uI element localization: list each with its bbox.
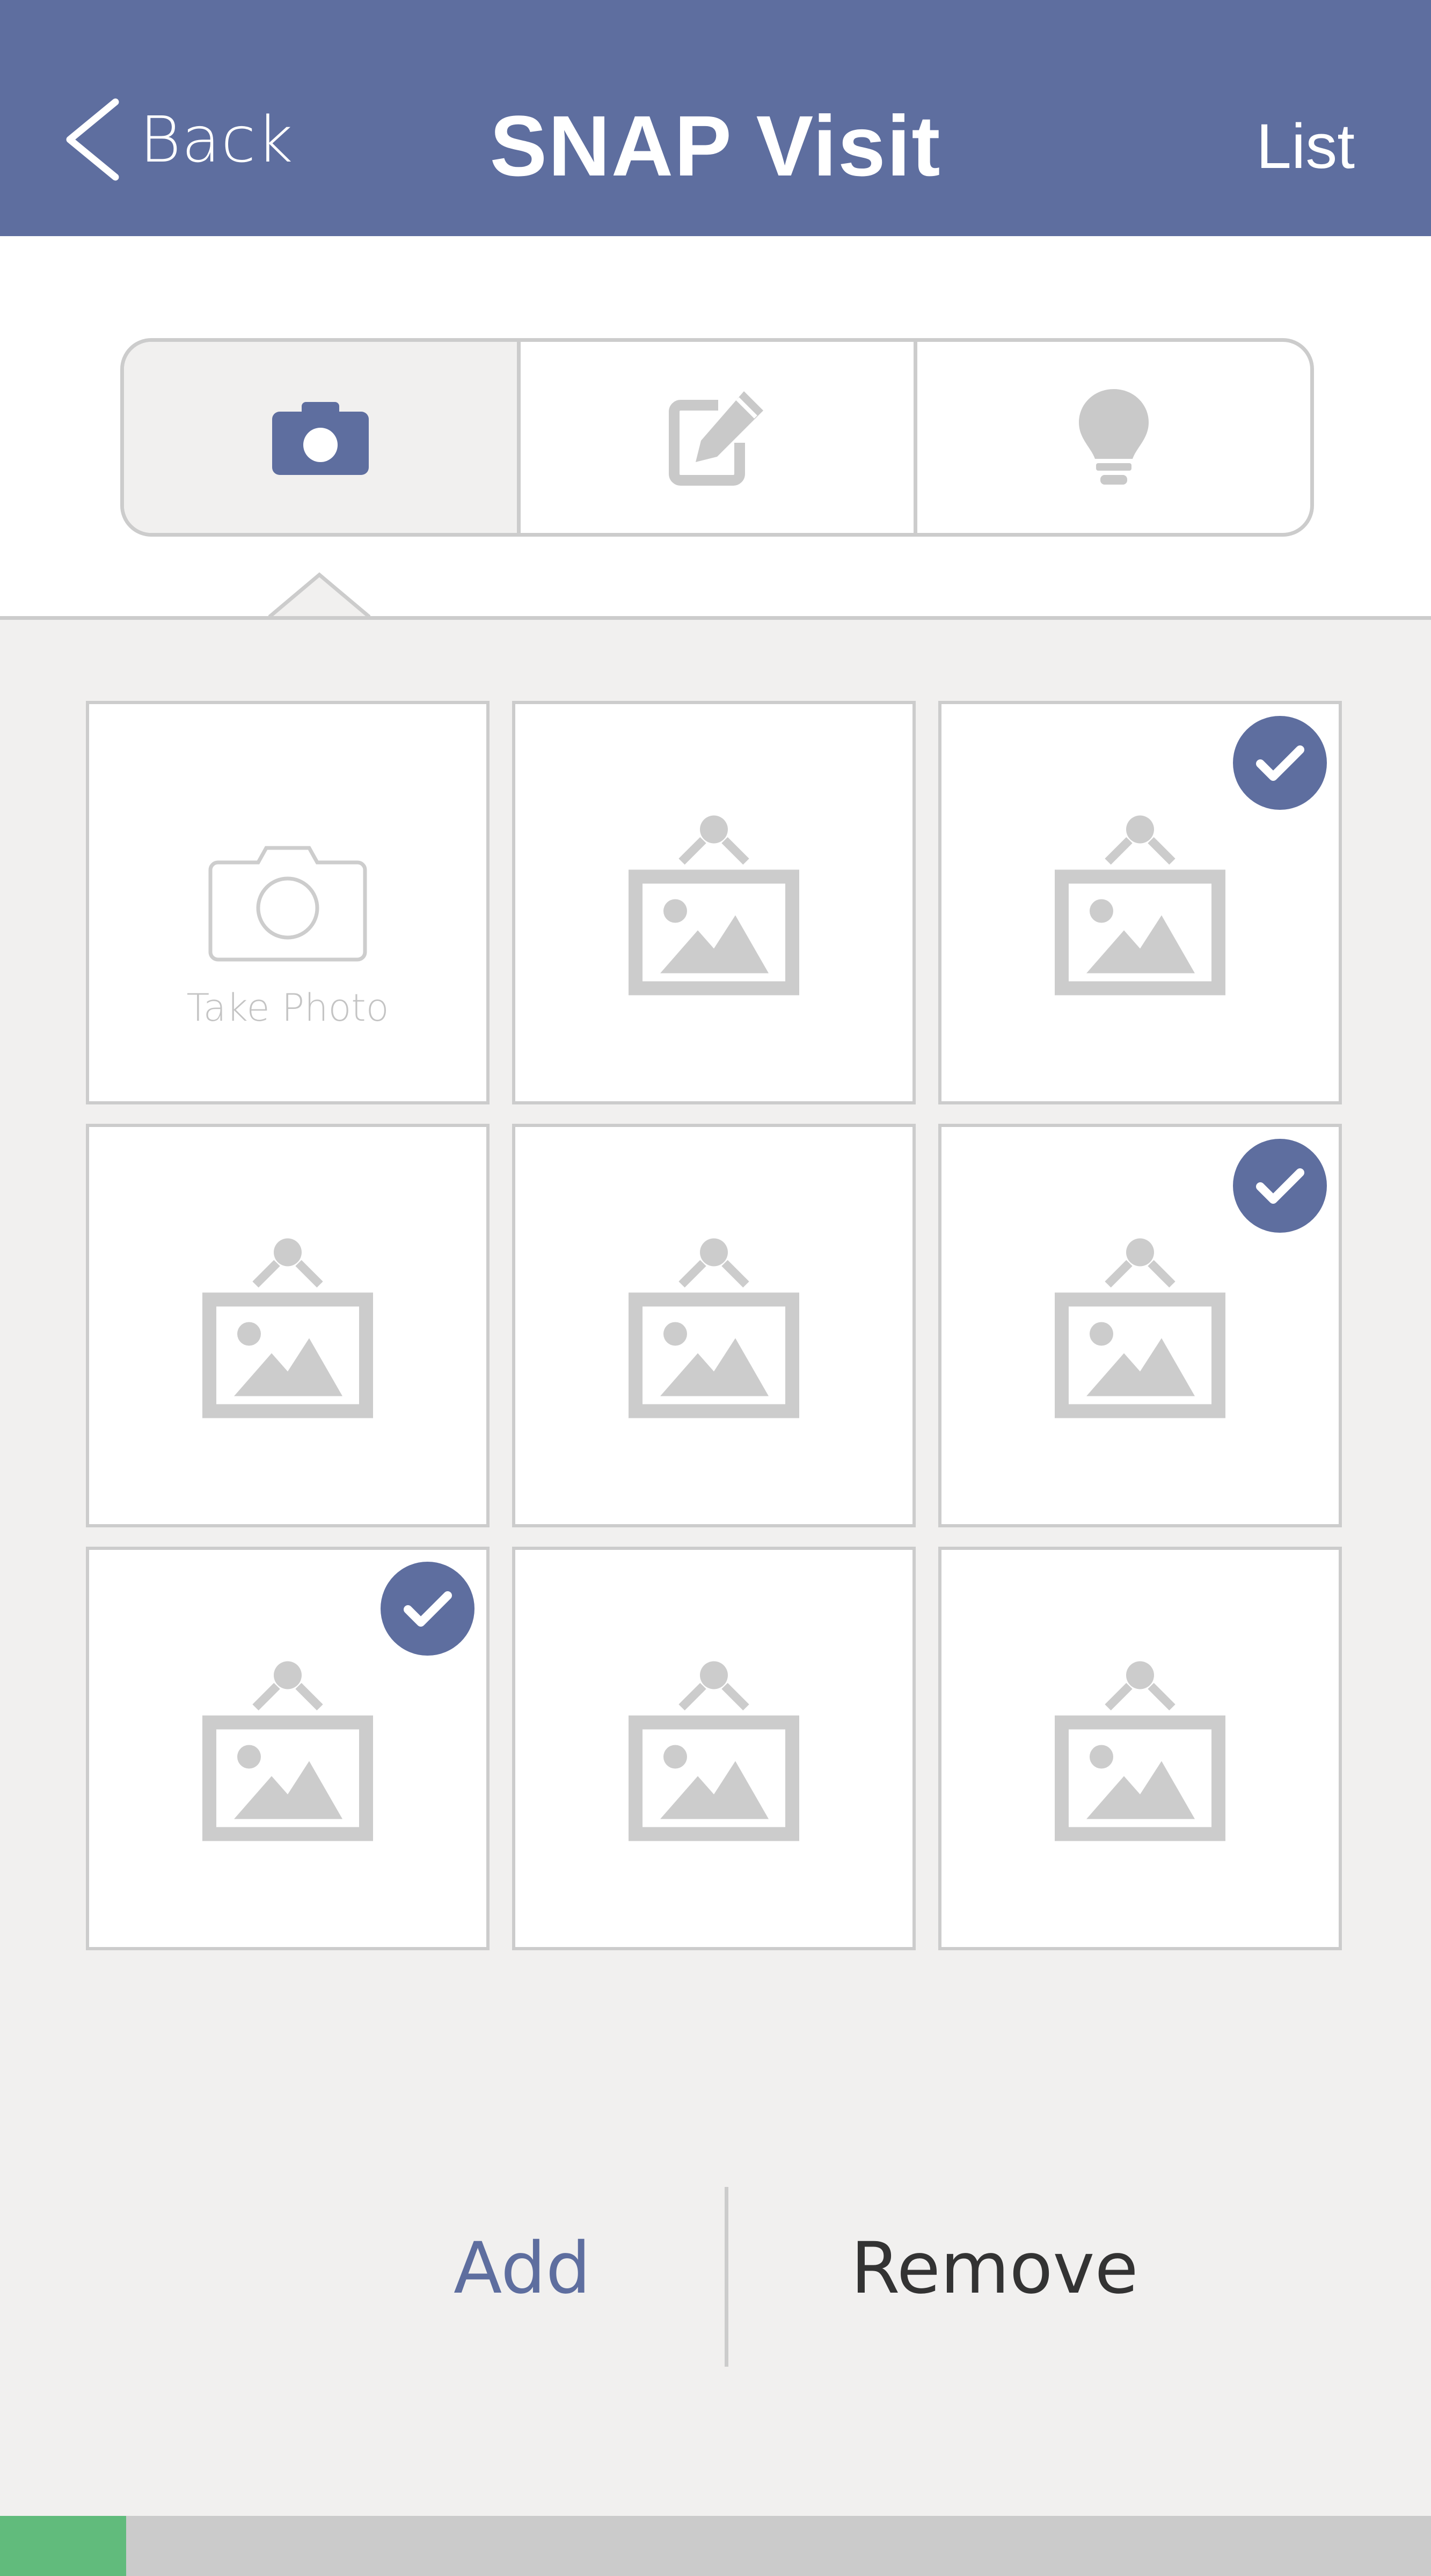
checkmark-icon [1255, 745, 1304, 781]
tab-photos[interactable] [124, 342, 517, 533]
progress-bar [0, 2516, 1431, 2576]
image-placeholder-icon [1055, 1238, 1225, 1418]
page-title: SNAP Visit [490, 98, 941, 194]
take-photo-tile[interactable]: Take Photo [86, 701, 490, 1104]
tab-notes[interactable] [517, 342, 914, 533]
camera-icon [272, 402, 369, 475]
image-placeholder-icon [1055, 1661, 1225, 1841]
checkmark-icon [403, 1591, 452, 1627]
photo-thumbnail[interactable] [512, 1547, 916, 1950]
image-placeholder-icon [202, 1238, 373, 1418]
take-photo-label: Take Photo [186, 986, 389, 1030]
photo-thumbnail[interactable] [512, 701, 916, 1104]
checkmark-icon [1255, 1168, 1304, 1204]
add-button[interactable]: Add [454, 2227, 591, 2310]
tab-bar [120, 338, 1314, 537]
selected-check-badge [1233, 1139, 1327, 1233]
photo-thumbnail[interactable] [512, 1124, 916, 1527]
image-placeholder-icon [202, 1661, 373, 1841]
remove-button[interactable]: Remove [851, 2227, 1138, 2310]
tab-ideas[interactable] [914, 342, 1310, 533]
lightbulb-icon [1079, 389, 1149, 485]
photo-thumbnail[interactable] [938, 1124, 1342, 1527]
image-placeholder-icon [629, 1661, 799, 1841]
header-bar: Back SNAP Visit List [0, 0, 1431, 236]
camera-outline-icon [208, 846, 367, 962]
photo-thumbnail[interactable] [86, 1547, 490, 1950]
list-button[interactable]: List [1256, 110, 1355, 183]
photo-thumbnail[interactable] [86, 1124, 490, 1527]
photo-thumbnail[interactable] [938, 701, 1342, 1104]
actions-divider [725, 2187, 728, 2367]
image-placeholder-icon [629, 1238, 799, 1418]
selected-check-badge [1233, 716, 1327, 810]
progress-fill [0, 2516, 126, 2576]
photo-thumbnail[interactable] [938, 1547, 1342, 1950]
selected-check-badge [381, 1562, 474, 1656]
tab-pointer [268, 572, 370, 619]
image-placeholder-icon [1055, 815, 1225, 996]
edit-icon [669, 391, 763, 486]
image-placeholder-icon [629, 815, 799, 996]
